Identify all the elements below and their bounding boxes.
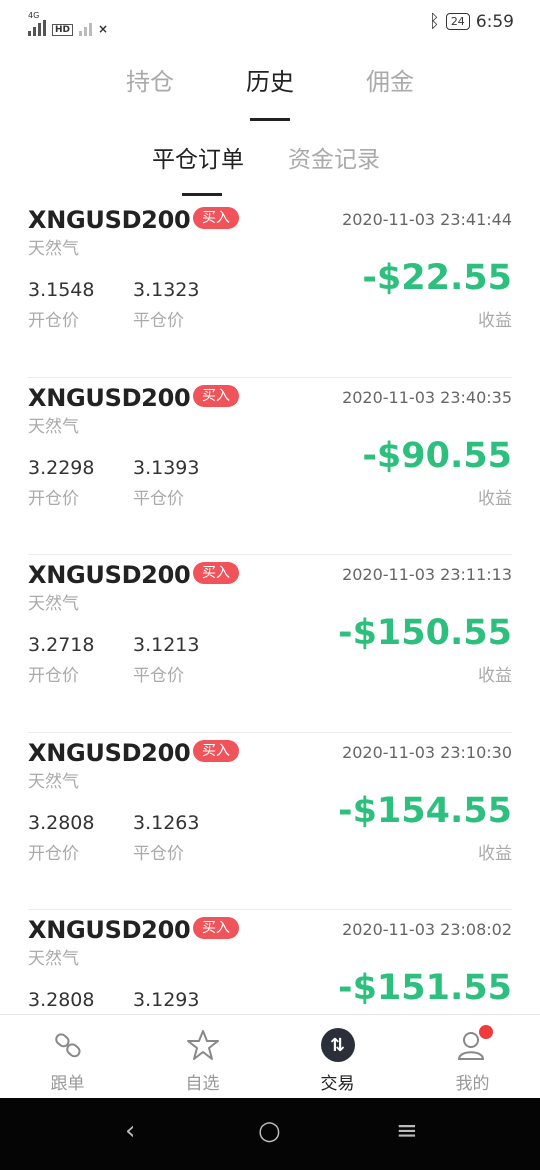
orders-list[interactable]: XNGUSD200 买入 2020-11-03 23:41:44 天然气 3.1… xyxy=(0,200,540,1014)
profit-value: -$90.55 xyxy=(362,435,512,476)
notification-dot xyxy=(478,1025,493,1039)
tab-history[interactable]: 历史 xyxy=(210,62,330,97)
no-signal-icon: × xyxy=(98,22,109,36)
side-badge: 买入 xyxy=(193,739,239,762)
home-icon[interactable]: ○ xyxy=(258,1116,281,1146)
nav-trade[interactable]: ⇅ 交易 xyxy=(270,1015,405,1098)
order-instrument-name: 天然气 xyxy=(28,771,79,792)
close-price-value: 3.1323 xyxy=(133,279,200,301)
subtab-closed-orders[interactable]: 平仓订单 xyxy=(152,140,244,174)
side-badge: 买入 xyxy=(193,917,239,939)
nav-follow[interactable]: 跟单 xyxy=(0,1015,135,1098)
profit-label: 收益 xyxy=(478,488,512,509)
order-row[interactable]: XNGUSD200 买入 2020-11-03 23:08:02 天然气 3.2… xyxy=(28,910,512,1014)
open-price-value: 3.2298 xyxy=(28,456,95,479)
subtab-indicator xyxy=(182,193,222,196)
profit-value: -$151.55 xyxy=(338,968,512,1008)
close-price-label: 平仓价 xyxy=(133,488,184,509)
side-badge: 买入 xyxy=(193,384,239,407)
hd-icon: HD xyxy=(52,24,74,36)
order-time: 2020-11-03 23:10:30 xyxy=(342,742,512,762)
order-symbol: XNGUSD200 xyxy=(28,561,191,589)
profit-value: -$150.55 xyxy=(338,613,512,653)
order-instrument-name: 天然气 xyxy=(28,416,79,437)
link-icon xyxy=(50,1027,86,1063)
profile-icon xyxy=(455,1025,493,1063)
tab-positions[interactable]: 持仓 xyxy=(90,62,210,97)
nav-watchlist[interactable]: 自选 xyxy=(135,1015,270,1098)
profit-value: -$22.55 xyxy=(362,258,512,298)
nav-profile[interactable]: 我的 xyxy=(405,1015,540,1098)
order-symbol: XNGUSD200 xyxy=(28,738,191,767)
order-instrument-name: 天然气 xyxy=(28,949,79,969)
open-price-value: 3.2808 xyxy=(28,811,95,834)
open-price-value: 3.1548 xyxy=(28,279,95,301)
order-symbol: XNGUSD200 xyxy=(28,916,191,944)
status-left: 4G HD × xyxy=(28,12,108,36)
open-price-value: 3.2808 xyxy=(28,989,95,1011)
system-nav-bar: ‹ ○ ≡ xyxy=(0,1098,540,1170)
order-instrument-name: 天然气 xyxy=(28,239,79,259)
open-price-label: 开仓价 xyxy=(28,311,79,331)
tab-indicator xyxy=(250,118,290,121)
side-badge: 买入 xyxy=(193,207,239,229)
order-symbol: XNGUSD200 xyxy=(28,383,191,412)
close-price-label: 平仓价 xyxy=(133,843,184,864)
order-time: 2020-11-03 23:40:35 xyxy=(342,387,512,407)
tab-commission[interactable]: 佣金 xyxy=(330,62,450,97)
trade-icon: ⇅ xyxy=(320,1027,356,1063)
order-instrument-name: 天然气 xyxy=(28,594,79,614)
close-price-label: 平仓价 xyxy=(133,311,184,331)
order-time: 2020-11-03 23:41:44 xyxy=(342,210,512,229)
sub-tabs: 平仓订单 资金记录 xyxy=(0,140,540,200)
close-price-value: 3.1263 xyxy=(133,811,200,834)
order-row[interactable]: XNGUSD200 买入 2020-11-03 23:41:44 天然气 3.1… xyxy=(28,200,512,378)
battery-icon: 24 xyxy=(445,13,470,30)
bluetooth-icon: ᛒ xyxy=(429,11,440,32)
open-price-label: 开仓价 xyxy=(28,666,79,686)
nav-follow-label: 跟单 xyxy=(50,1074,85,1094)
status-bar: 4G HD × ᛒ 24 6:59 xyxy=(0,0,540,46)
nav-watchlist-label: 自选 xyxy=(185,1074,220,1094)
profit-label: 收益 xyxy=(478,666,512,686)
order-row[interactable]: XNGUSD200 买入 2020-11-03 23:40:35 天然气 3.2… xyxy=(28,378,512,555)
subtab-fund-records[interactable]: 资金记录 xyxy=(288,140,380,174)
status-right: ᛒ 24 6:59 xyxy=(429,11,514,32)
back-icon[interactable]: ‹ xyxy=(125,1116,135,1146)
open-price-value: 3.2718 xyxy=(28,634,95,656)
close-price-value: 3.1213 xyxy=(133,634,200,656)
order-row[interactable]: XNGUSD200 买入 2020-11-03 23:11:13 天然气 3.2… xyxy=(28,555,512,733)
clock: 6:59 xyxy=(475,11,514,32)
signal-icon xyxy=(28,20,46,36)
main-tabs: 持仓 历史 佣金 xyxy=(0,62,540,122)
open-price-label: 开仓价 xyxy=(28,843,79,864)
order-time: 2020-11-03 23:08:02 xyxy=(342,920,512,939)
side-badge: 买入 xyxy=(193,562,239,584)
open-price-label: 开仓价 xyxy=(28,488,79,509)
menu-icon[interactable]: ≡ xyxy=(396,1116,418,1146)
close-price-value: 3.1393 xyxy=(133,456,200,479)
nav-profile-label: 我的 xyxy=(455,1074,490,1094)
order-time: 2020-11-03 23:11:13 xyxy=(342,565,512,584)
profit-value: -$154.55 xyxy=(338,790,512,831)
order-symbol: XNGUSD200 xyxy=(28,206,191,234)
network-type: 4G xyxy=(28,11,40,20)
bottom-nav: 跟单 自选 ⇅ 交易 我的 xyxy=(0,1014,540,1098)
close-price-value: 3.1293 xyxy=(133,989,200,1011)
order-row[interactable]: XNGUSD200 买入 2020-11-03 23:10:30 天然气 3.2… xyxy=(28,733,512,910)
star-icon xyxy=(185,1027,221,1063)
profit-label: 收益 xyxy=(478,311,512,331)
nav-trade-label: 交易 xyxy=(320,1074,355,1094)
signal-2-icon xyxy=(79,20,93,36)
close-price-label: 平仓价 xyxy=(133,666,184,686)
profit-label: 收益 xyxy=(478,843,512,864)
